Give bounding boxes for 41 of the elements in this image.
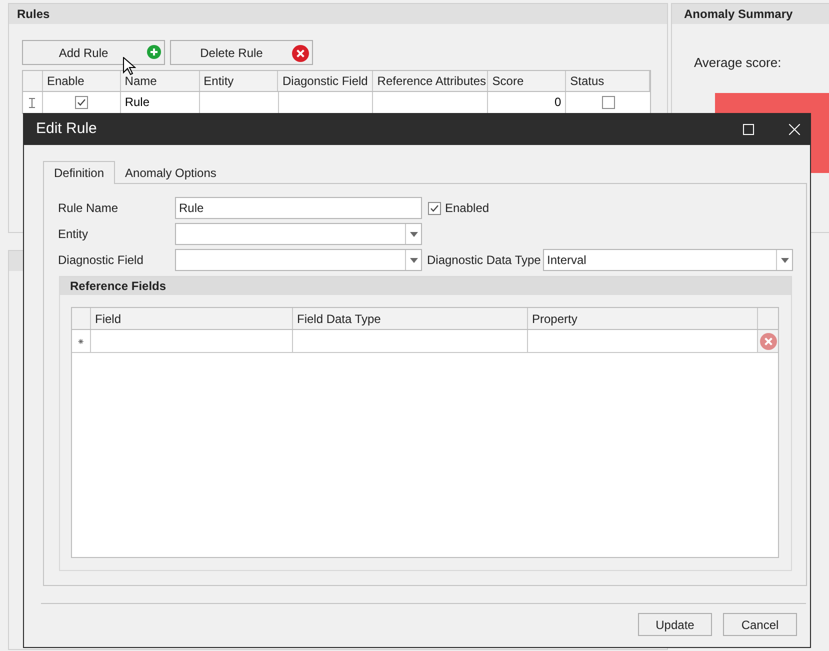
enable-checkbox[interactable]: [74, 96, 88, 109]
add-rule-button[interactable]: Add Rule: [22, 40, 165, 65]
field-label: Rule Name: [58, 200, 120, 217]
column-header[interactable]: Enable: [42, 71, 121, 91]
field-label: Diagnostic Field: [58, 252, 144, 269]
diagnostic-data-type-dropdown[interactable]: Interval: [543, 249, 793, 271]
rule-name-field[interactable]: Rule: [175, 197, 422, 219]
tab[interactable]: Definition: [43, 161, 116, 184]
field-label: Entity: [58, 226, 90, 243]
delete-rule-button[interactable]: Delete Rule: [170, 40, 313, 65]
column-header[interactable]: Field Data Type: [293, 308, 528, 329]
maximize-icon[interactable]: [743, 124, 754, 135]
caret-icon: [780, 258, 788, 262]
update-button[interactable]: Update: [638, 613, 712, 636]
column-header[interactable]: Score: [488, 71, 566, 91]
close-icon[interactable]: [789, 124, 800, 135]
delete-icon: [760, 332, 776, 350]
group-title: Reference Fields: [70, 278, 166, 295]
panel-title: Rules: [17, 6, 50, 23]
caret-icon: [410, 258, 418, 262]
checkbox-label: Enabled: [445, 200, 490, 217]
column-header[interactable]: Field: [91, 308, 293, 329]
text-cursor-icon: [29, 98, 36, 108]
column-header[interactable]: Status: [566, 71, 650, 91]
average-score-label: Average score:: [694, 55, 782, 70]
plus-icon: [147, 45, 161, 59]
panel-title: Anomaly Summary: [684, 6, 793, 23]
column-header[interactable]: Diagonstic Field: [278, 71, 374, 91]
delete-icon: [292, 45, 309, 62]
status-checkbox[interactable]: [602, 96, 615, 109]
column-header[interactable]: Entity: [200, 71, 278, 91]
new-row-marker: ⁕: [78, 334, 84, 348]
cancel-button[interactable]: Cancel: [723, 613, 797, 636]
table-cell-text: 0: [554, 94, 562, 111]
entity-dropdown[interactable]: [175, 223, 422, 245]
diagnostic-field-dropdown[interactable]: [175, 249, 422, 271]
column-header[interactable]: Property: [528, 308, 758, 329]
enabled-checkbox[interactable]: [428, 202, 441, 214]
field-label: Diagnostic Data Type: [427, 252, 542, 269]
column-header[interactable]: Reference Attributes: [373, 71, 488, 91]
window-title: Edit Rule: [36, 119, 98, 140]
